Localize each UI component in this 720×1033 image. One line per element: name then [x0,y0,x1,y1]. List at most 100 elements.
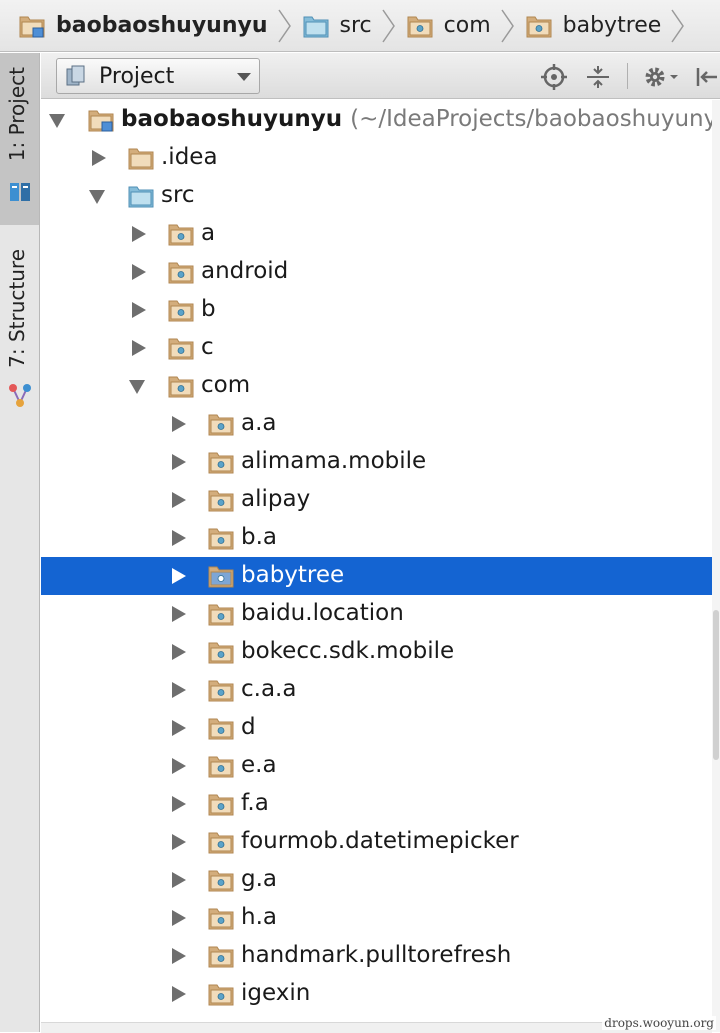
collapsed-arrow-icon[interactable] [132,340,146,356]
expanded-arrow-icon[interactable] [129,380,145,394]
tree-node-android[interactable]: android [41,253,712,291]
breadcrumb-label: babytree [562,13,662,38]
tree-node-alipay[interactable]: alipay [41,481,712,519]
breadcrumb-separator-icon [277,9,291,42]
breadcrumb-separator-icon [501,9,514,42]
collapsed-arrow-icon[interactable] [172,758,186,774]
collapsed-arrow-icon[interactable] [172,720,186,736]
tree-node-b[interactable]: b [41,291,712,329]
tree-node-name: bokecc.sdk.mobile [241,638,455,664]
collapse-all-button[interactable] [585,63,611,91]
package-folder-icon [208,680,234,702]
expanded-arrow-icon[interactable] [49,114,65,128]
package-folder-icon [168,262,194,284]
collapsed-arrow-icon[interactable] [172,834,186,850]
tree-node-label: a.a [241,410,277,436]
package-folder-icon [208,870,234,892]
collapsed-arrow-icon[interactable] [132,226,146,242]
tree-node-babytree[interactable]: babytree [41,557,712,595]
tree-node-c-a-a[interactable]: c.a.a [41,671,712,709]
tree-node-name: a [201,220,216,246]
collapsed-arrow-icon[interactable] [172,910,186,926]
tree-node-label: bokecc.sdk.mobile [241,638,454,664]
settings-button[interactable] [643,63,681,91]
locate-button[interactable] [541,63,567,91]
tree-node-fourmob-datetimepicker[interactable]: fourmob.datetimepicker [41,823,712,861]
tree-node-src[interactable]: src [41,177,712,215]
tree-node-label: a [201,220,215,246]
collapsed-arrow-icon[interactable] [172,530,186,546]
collapsed-arrow-icon[interactable] [172,416,186,432]
vertical-scrollbar[interactable] [712,100,720,1032]
package-folder-icon [208,794,234,816]
tree-node-name: babytree [241,562,345,588]
collapsed-arrow-icon[interactable] [172,986,186,1002]
tree-node-com[interactable]: com [41,367,712,405]
tree-node-label: babytree [241,562,344,588]
tree-node-handmark-pulltorefresh[interactable]: handmark.pulltorefresh [41,937,712,975]
tree-node-a[interactable]: a [41,215,712,253]
expanded-arrow-icon[interactable] [89,190,105,204]
tree-node-h-a[interactable]: h.a [41,899,712,937]
gear-icon [645,67,678,87]
breadcrumb-item-com[interactable]: com [406,0,491,52]
package-folder-icon [168,338,194,360]
tree-node-e-a[interactable]: e.a [41,747,712,785]
collapsed-arrow-icon[interactable] [172,492,186,508]
folder-folder-icon [128,148,154,170]
collapsed-arrow-icon[interactable] [132,302,146,318]
collapsed-arrow-icon[interactable] [92,150,106,166]
tool-window-strip: 1: Project 7: Structure [0,53,40,1032]
tree-node-bokecc-sdk-mobile[interactable]: bokecc.sdk.mobile [41,633,712,671]
project-tree[interactable]: baobaoshuyunyu (~/IdeaProjects/baobaoshuy… [41,100,720,1032]
tree-node-c[interactable]: c [41,329,712,367]
tree-node-baobaoshuyunyu[interactable]: baobaoshuyunyu (~/IdeaProjects/baobaoshuy… [41,101,720,139]
tree-node-alimama-mobile[interactable]: alimama.mobile [41,443,712,481]
tree-node-name: alipay [241,486,311,512]
tree-node-name: handmark.pulltorefresh [241,942,512,968]
collapsed-arrow-icon[interactable] [132,264,146,280]
tree-node-a-a[interactable]: a.a [41,405,712,443]
tree-node-label: alimama.mobile [241,448,426,474]
collapsed-arrow-icon[interactable] [172,948,186,964]
collapsed-arrow-icon[interactable] [172,606,186,622]
tree-node-d[interactable]: d [41,709,712,747]
collapsed-arrow-icon[interactable] [172,682,186,698]
breadcrumb-separator-icon [382,9,395,42]
tree-node-g-a[interactable]: g.a [41,861,712,899]
tree-node-name: h.a [241,904,277,930]
package-folder-icon [208,984,234,1006]
scrollbar-thumb[interactable] [713,610,719,760]
collapse-all-icon [587,66,609,88]
project-view-label: Project [99,63,175,89]
collapsed-arrow-icon[interactable] [172,454,186,470]
breadcrumb-separator-icon [671,9,685,42]
tree-node-name: android [201,258,289,284]
breadcrumb-item-babytree[interactable]: babytree [525,0,662,52]
collapsed-arrow-icon[interactable] [172,796,186,812]
package-folder-icon [208,490,234,512]
tree-node-name: src [161,182,195,208]
tree-node-idea[interactable]: .idea [41,139,712,177]
project-tool-tab[interactable]: 1: Project [0,53,39,225]
tree-node-f-a[interactable]: f.a [41,785,712,823]
collapsed-arrow-icon[interactable] [172,644,186,660]
tree-node-baidu-location[interactable]: baidu.location [41,595,712,633]
structure-tool-tab[interactable]: 7: Structure [0,233,39,423]
project-tab-label: 1: Project [5,67,29,162]
collapsed-arrow-icon[interactable] [172,568,186,584]
package-icon [526,16,552,37]
breadcrumb-item-src[interactable]: src [302,0,372,52]
package-folder-icon [208,908,234,930]
tree-node-name: igexin [241,980,311,1006]
hide-panel-button[interactable] [695,63,719,91]
breadcrumb-item-baobaoshuyunyu[interactable]: baobaoshuyunyu [18,0,268,52]
package-folder-icon [208,832,234,854]
project-view-icon [66,65,85,86]
tree-node-igexin[interactable]: igexin [41,975,712,1013]
project-view-dropdown[interactable]: Project [56,58,260,94]
tree-node-label: alipay [241,486,310,512]
tree-node-b-a[interactable]: b.a [41,519,712,557]
collapsed-arrow-icon[interactable] [172,872,186,888]
tree-node-label: android [201,258,288,284]
